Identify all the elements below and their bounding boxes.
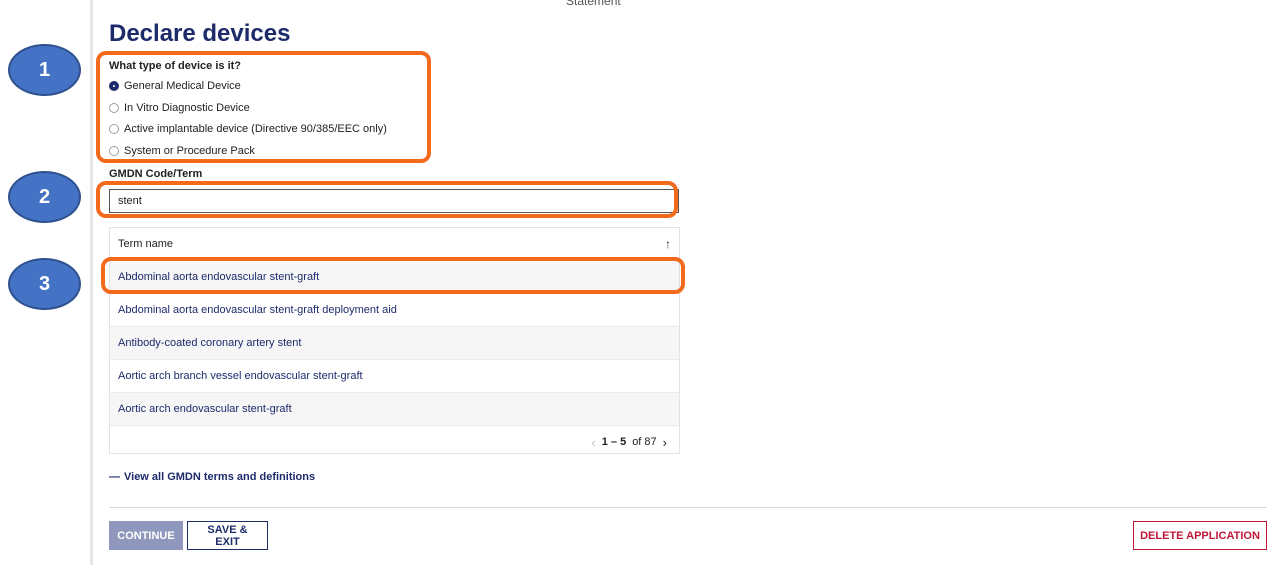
term-name-column-header[interactable]: Term name — [118, 238, 173, 250]
view-all-gmdn-link[interactable]: — View all GMDN terms and definitions — [109, 471, 315, 483]
callout-1: 1 — [8, 44, 81, 96]
pagination-range: 1 – 5 — [601, 436, 627, 448]
view-all-label: View all GMDN terms and definitions — [124, 471, 316, 483]
save-exit-button[interactable]: SAVE & EXIT — [187, 521, 268, 550]
highlight-box-device-type — [96, 51, 431, 163]
highlight-box-first-result — [101, 257, 685, 294]
pagination: ‹ 1 – 5 of 87 › — [110, 426, 679, 458]
result-row[interactable]: Aortic arch endovascular stent-graft — [110, 393, 679, 426]
page-title: Declare devices — [109, 20, 291, 47]
pagination-total: of 87 — [632, 436, 657, 448]
delete-application-button[interactable]: DELETE APPLICATION — [1133, 521, 1267, 550]
arrow-up-icon[interactable]: ↑ — [665, 237, 671, 251]
chevron-left-icon[interactable]: ‹ — [591, 435, 595, 450]
callout-3: 3 — [8, 258, 81, 310]
highlight-box-gmdn-input — [96, 181, 678, 218]
divider — [109, 507, 1267, 508]
minus-icon: — — [109, 471, 120, 483]
statement-label: Statement — [566, 0, 621, 8]
result-row[interactable]: Antibody-coated coronary artery stent — [110, 327, 679, 360]
result-row[interactable]: Abdominal aorta endovascular stent-graft… — [110, 294, 679, 327]
gmdn-label: GMDN Code/Term — [109, 168, 203, 180]
left-border — [90, 0, 93, 565]
result-row[interactable]: Aortic arch branch vessel endovascular s… — [110, 360, 679, 393]
continue-button[interactable]: CONTINUE — [109, 521, 183, 550]
callout-2: 2 — [8, 171, 81, 223]
chevron-right-icon[interactable]: › — [663, 435, 667, 450]
